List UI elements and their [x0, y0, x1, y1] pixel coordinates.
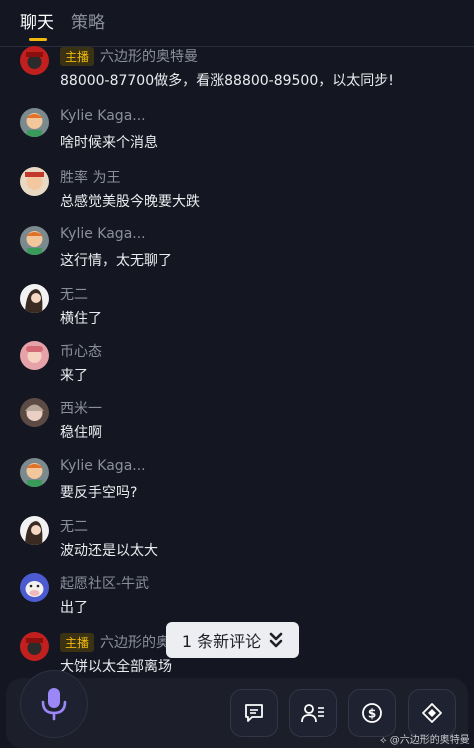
username[interactable]: 胜率 为王: [60, 167, 120, 187]
mic-button[interactable]: [20, 670, 88, 738]
diamond-icon: [422, 703, 442, 723]
username[interactable]: 起愿社区-牛武: [60, 573, 149, 593]
username[interactable]: 六边形的奥特曼: [100, 46, 198, 66]
gift-button[interactable]: [408, 689, 456, 737]
pink-avatar[interactable]: [20, 341, 49, 370]
username[interactable]: Kylie Kaga...: [60, 458, 146, 474]
watermark: ⟡ @六边形的奥特曼: [380, 735, 470, 746]
red-hat-avatar[interactable]: [20, 46, 49, 75]
cartoon-boy-avatar[interactable]: [20, 108, 49, 137]
user-list-icon: [301, 704, 324, 723]
watermark-text: 六边形的奥特曼: [399, 735, 470, 746]
message-text: 啥时候来个消息: [60, 135, 158, 151]
tab-bar: 聊天 策略: [0, 0, 474, 47]
host-badge: 主播: [60, 632, 95, 652]
username[interactable]: 币心态: [60, 341, 102, 361]
cartoon-boy-avatar[interactable]: [20, 226, 49, 255]
message-text: 88000-87700做多，看涨88800-89500，以太同步!: [60, 73, 394, 89]
cartoon-avatar[interactable]: [20, 167, 49, 196]
chat-button[interactable]: [230, 689, 278, 737]
dollar-icon: $: [362, 703, 382, 723]
double-chevron-down-icon: [269, 632, 283, 648]
username[interactable]: Kylie Kaga...: [60, 226, 146, 242]
message-text: 这行情，太无聊了: [60, 253, 172, 269]
tab-chat[interactable]: 聊天: [20, 8, 54, 33]
cow-avatar[interactable]: [20, 573, 49, 602]
username[interactable]: 无二: [60, 516, 88, 536]
message-text: 波动还是以太大: [60, 543, 158, 559]
red-hat-avatar[interactable]: [20, 632, 49, 661]
username[interactable]: 无二: [60, 284, 88, 304]
username[interactable]: 西米一: [60, 398, 102, 418]
message-text: 总感觉美股今晚要大跌: [60, 194, 200, 210]
tip-button[interactable]: $: [348, 689, 396, 737]
tab-strategy[interactable]: 策略: [71, 8, 105, 33]
message-text: 大饼以太全部离场: [60, 659, 172, 675]
message-text: 要反手空吗?: [60, 485, 138, 501]
doll-avatar[interactable]: [20, 398, 49, 427]
message-text: 出了: [60, 600, 88, 616]
chat-feed[interactable]: 主播 六边形的奥特曼 88000-87700做多，看涨88800-89500，以…: [0, 46, 474, 686]
svg-text:$: $: [368, 707, 376, 721]
new-comments-label: 1 条新评论: [181, 632, 262, 651]
message-text: 来了: [60, 368, 88, 384]
girl-avatar[interactable]: [20, 516, 49, 545]
girl-avatar[interactable]: [20, 284, 49, 313]
host-badge: 主播: [60, 46, 95, 66]
chat-icon: [245, 704, 263, 722]
message-text: 横住了: [60, 311, 102, 327]
cartoon-boy-avatar[interactable]: [20, 458, 49, 487]
user-list-button[interactable]: [289, 689, 337, 737]
new-comments-button[interactable]: 1 条新评论: [166, 622, 299, 658]
username[interactable]: Kylie Kaga...: [60, 108, 146, 124]
active-tab-indicator: [29, 38, 47, 41]
message-text: 稳住啊: [60, 425, 102, 441]
mic-icon: [41, 688, 67, 721]
